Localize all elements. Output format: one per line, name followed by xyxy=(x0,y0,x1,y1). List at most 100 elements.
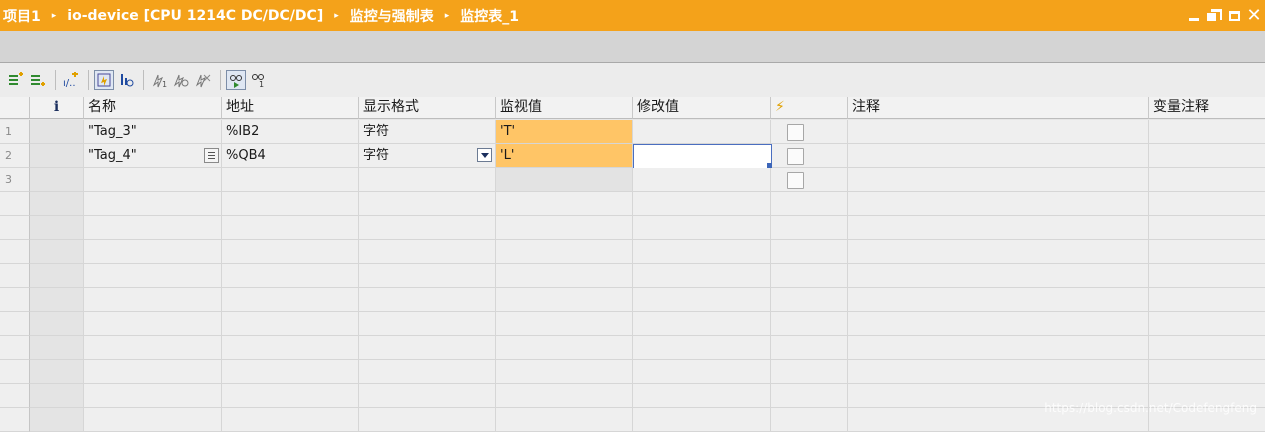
empty-cell[interactable] xyxy=(1149,288,1265,312)
empty-table-row[interactable] xyxy=(0,216,1265,240)
empty-cell[interactable] xyxy=(222,360,359,384)
empty-cell[interactable] xyxy=(496,264,633,288)
empty-cell[interactable] xyxy=(222,192,359,216)
maximize-icon[interactable] xyxy=(1227,9,1241,23)
tag-comment-cell[interactable] xyxy=(1149,120,1265,144)
empty-cell[interactable] xyxy=(771,192,848,216)
empty-cell[interactable] xyxy=(84,408,222,432)
empty-cell[interactable] xyxy=(496,312,633,336)
close-icon[interactable]: ✕ xyxy=(1246,6,1261,24)
name-cell[interactable] xyxy=(84,168,222,192)
restore-icon[interactable] xyxy=(1207,8,1222,23)
empty-cell[interactable] xyxy=(848,264,1149,288)
empty-cell[interactable] xyxy=(848,192,1149,216)
empty-cell[interactable] xyxy=(771,288,848,312)
empty-cell[interactable] xyxy=(84,288,222,312)
modify-value-cell[interactable] xyxy=(633,120,771,144)
empty-cell[interactable] xyxy=(633,360,771,384)
comment-cell[interactable] xyxy=(848,168,1149,192)
empty-cell[interactable] xyxy=(222,336,359,360)
empty-cell[interactable] xyxy=(84,192,222,216)
breadcrumb-device[interactable]: io-device [CPU 1214C DC/DC/DC] xyxy=(65,8,325,24)
empty-cell[interactable] xyxy=(30,336,84,360)
empty-cell[interactable] xyxy=(633,384,771,408)
name-cell[interactable]: "Tag_3" xyxy=(84,120,222,144)
empty-cell[interactable] xyxy=(1149,312,1265,336)
empty-cell[interactable] xyxy=(1149,336,1265,360)
empty-cell[interactable] xyxy=(633,288,771,312)
modify-checkbox[interactable] xyxy=(787,124,804,141)
empty-cell[interactable] xyxy=(771,216,848,240)
header-monitor-value[interactable]: 监视值 xyxy=(496,97,633,119)
table-row[interactable]: 1 "Tag_3" %IB2 字符 'T' xyxy=(0,120,1265,144)
empty-cell[interactable] xyxy=(84,336,222,360)
header-modify-value[interactable]: 修改值 xyxy=(633,97,771,119)
display-all-icon[interactable] xyxy=(116,70,136,90)
monitor-all-icon[interactable] xyxy=(226,70,246,90)
breadcrumb-project[interactable]: 项目1 xyxy=(0,6,43,26)
empty-cell[interactable] xyxy=(30,384,84,408)
header-info[interactable]: i xyxy=(30,97,84,119)
empty-cell[interactable] xyxy=(771,240,848,264)
empty-cell[interactable] xyxy=(496,360,633,384)
empty-table-row[interactable] xyxy=(0,192,1265,216)
table-row[interactable]: 2 "Tag_4" %QB4 字符 'L' xyxy=(0,144,1265,169)
empty-cell[interactable] xyxy=(848,216,1149,240)
empty-cell[interactable] xyxy=(771,264,848,288)
breadcrumb-watch-force-tables[interactable]: 监控与强制表 xyxy=(348,6,436,26)
show-extended-mode-icon[interactable] xyxy=(94,70,114,90)
empty-cell[interactable] xyxy=(633,408,771,432)
display-format-cell[interactable]: 字符 xyxy=(359,120,496,144)
modify-on-trigger-icon[interactable] xyxy=(171,70,191,90)
empty-cell[interactable] xyxy=(359,408,496,432)
empty-cell[interactable] xyxy=(84,312,222,336)
address-cell[interactable]: %IB2 xyxy=(222,120,359,144)
empty-cell[interactable] xyxy=(359,264,496,288)
empty-cell[interactable] xyxy=(633,240,771,264)
modify-value-cell[interactable] xyxy=(633,168,771,192)
empty-cell[interactable] xyxy=(633,216,771,240)
header-tag-comment[interactable]: 变量注释 xyxy=(1149,97,1265,119)
empty-cell[interactable] xyxy=(633,192,771,216)
empty-cell[interactable] xyxy=(359,360,496,384)
empty-cell[interactable] xyxy=(848,360,1149,384)
empty-cell[interactable] xyxy=(30,216,84,240)
empty-cell[interactable] xyxy=(496,384,633,408)
empty-cell[interactable] xyxy=(496,408,633,432)
empty-cell[interactable] xyxy=(30,312,84,336)
enable-peripheral-outputs-icon[interactable] xyxy=(193,70,213,90)
empty-cell[interactable] xyxy=(496,192,633,216)
empty-cell[interactable] xyxy=(359,240,496,264)
modify-checkbox[interactable] xyxy=(787,148,804,165)
address-cell[interactable] xyxy=(222,168,359,192)
chevron-down-icon[interactable] xyxy=(477,148,492,162)
empty-cell[interactable] xyxy=(848,336,1149,360)
empty-cell[interactable] xyxy=(496,216,633,240)
empty-cell[interactable] xyxy=(222,384,359,408)
empty-cell[interactable] xyxy=(222,240,359,264)
empty-cell[interactable] xyxy=(848,240,1149,264)
empty-cell[interactable] xyxy=(1149,240,1265,264)
insert-row-icon[interactable] xyxy=(6,70,26,90)
monitor-now-icon[interactable]: 1 xyxy=(248,70,268,90)
empty-table-row[interactable] xyxy=(0,360,1265,384)
modify-value-input[interactable] xyxy=(633,144,772,169)
empty-cell[interactable] xyxy=(359,192,496,216)
minimize-icon[interactable] xyxy=(1187,9,1201,23)
name-cell[interactable]: "Tag_4" xyxy=(84,144,222,168)
empty-cell[interactable] xyxy=(771,384,848,408)
empty-table-row[interactable] xyxy=(0,288,1265,312)
empty-cell[interactable] xyxy=(633,312,771,336)
empty-cell[interactable] xyxy=(359,336,496,360)
empty-cell[interactable] xyxy=(30,360,84,384)
empty-cell[interactable] xyxy=(84,360,222,384)
empty-table-row[interactable] xyxy=(0,240,1265,264)
empty-cell[interactable] xyxy=(633,336,771,360)
display-format-cell[interactable] xyxy=(359,168,496,192)
empty-cell[interactable] xyxy=(633,264,771,288)
empty-cell[interactable] xyxy=(30,240,84,264)
empty-cell[interactable] xyxy=(496,336,633,360)
empty-cell[interactable] xyxy=(84,384,222,408)
empty-cell[interactable] xyxy=(222,408,359,432)
empty-cell[interactable] xyxy=(84,264,222,288)
